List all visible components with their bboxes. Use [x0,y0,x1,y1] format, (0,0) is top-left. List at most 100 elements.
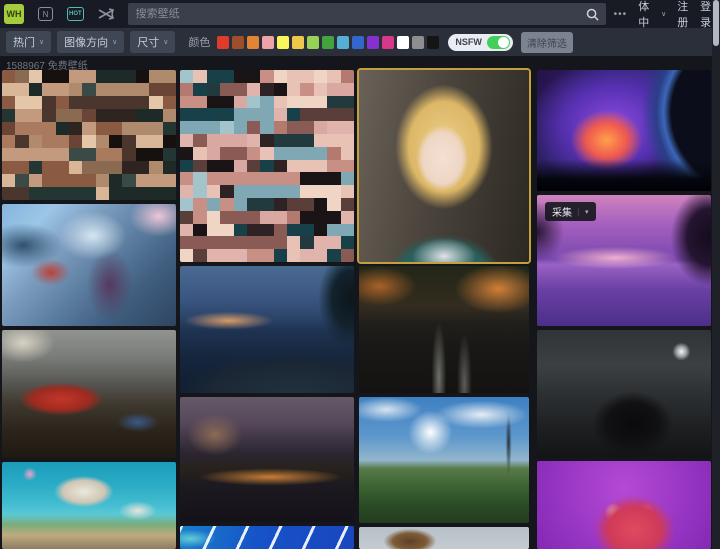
color-swatch[interactable] [232,36,244,49]
mosaic-cell [341,249,354,262]
tile-censored-mosaic-1[interactable] [2,70,176,200]
tile-censored-mosaic-2[interactable] [180,70,354,262]
color-swatch[interactable] [307,36,319,49]
color-swatch[interactable] [217,36,229,49]
mosaic-cell [260,224,273,237]
more-menu-icon[interactable]: ••• [614,9,628,20]
tile-underwater-reef[interactable] [2,462,176,549]
search-icon[interactable] [586,8,599,21]
mosaic-cell [260,108,273,121]
mosaic-cell [15,109,28,122]
mosaic-cell [220,224,233,237]
nsfw-toggle[interactable]: NSFW [448,34,513,51]
tile-boat-on-water[interactable] [359,527,529,549]
tile-autumn-railway[interactable] [359,266,529,393]
hot-icon[interactable]: HOT [67,7,84,21]
filter-dropdown-size[interactable]: 尺寸 ∨ [130,31,175,53]
login-link[interactable]: 登录 [700,0,712,30]
mosaic-cell [327,185,340,198]
color-swatch[interactable] [322,36,334,49]
tile-red-car-offroad[interactable] [2,330,176,458]
mosaic-cell [136,187,149,200]
mosaic-cell [274,236,287,249]
color-swatch[interactable] [382,36,394,49]
mosaic-cell [260,185,273,198]
mosaic-cell [314,147,327,160]
toggle-switch[interactable] [487,36,510,49]
tile-space-nebula[interactable] [537,70,711,191]
tile-dark-figure-moonlight[interactable] [537,330,711,457]
register-link[interactable]: 注册 [677,0,689,30]
clear-filters-button[interactable]: 清除筛选 [521,32,573,53]
filter-bar: 热门 ∨ 图像方向 ∨ 尺寸 ∨ 颜色 NSFW 清除筛选 [0,28,712,56]
toggle-knob [498,37,509,48]
mosaic-cell [109,83,122,96]
mosaic-cell [207,134,220,147]
mosaic-cell [274,160,287,173]
mosaic-cell [207,236,220,249]
mosaic-cell [260,211,273,224]
filter-dropdown-popular[interactable]: 热门 ∨ [6,31,51,53]
mosaic-cell [260,121,273,134]
tile-lake-shore-dusk[interactable] [180,266,354,393]
filter-label: 热门 [13,34,35,50]
color-swatch[interactable] [292,36,304,49]
mosaic-cell [136,109,149,122]
mosaic-cell [109,161,122,174]
random-shuffle-icon[interactable] [98,8,114,20]
mosaic-cell [220,147,233,160]
mosaic-cell [82,109,95,122]
mosaic-cell [207,160,220,173]
color-swatch[interactable] [247,36,259,49]
mosaic-cell [234,108,247,121]
mosaic-cell [136,122,149,135]
mosaic-cell [314,134,327,147]
color-swatch[interactable] [427,36,439,49]
mosaic-cell [300,96,313,109]
tile-wetland-blue-sky[interactable] [359,397,529,523]
mosaic-cell [300,70,313,83]
mosaic-cell [29,135,42,148]
mosaic-cell [82,174,95,187]
search-input[interactable] [128,8,586,20]
mosaic-cell [163,174,176,187]
mosaic-cell [2,174,15,187]
color-swatch[interactable] [397,36,409,49]
color-swatch[interactable] [352,36,364,49]
mosaic-cell [56,187,69,200]
mosaic-cell [341,198,354,211]
tile-blue-fish-school[interactable] [180,526,354,549]
tile-winter-anime-town[interactable] [2,204,176,326]
color-swatch[interactable] [262,36,274,49]
wallhaven-logo[interactable]: WH [4,4,24,24]
mosaic-cell [69,83,82,96]
tile-anime-blonde-portrait[interactable] [359,70,529,262]
tile-city-skyline-dusk[interactable] [180,397,354,522]
filter-dropdown-orientation[interactable]: 图像方向 ∨ [57,31,124,53]
mosaic-cell [220,96,233,109]
tile-pink-anime-girl[interactable] [537,461,711,549]
color-swatch[interactable] [412,36,424,49]
mosaic-cell [260,160,273,173]
mosaic-cell [42,109,55,122]
latest-icon[interactable]: N [38,7,53,21]
mosaic-cell [149,161,162,174]
mosaic-cell [15,122,28,135]
color-swatch[interactable] [367,36,379,49]
color-swatch[interactable] [337,36,349,49]
mosaic-cell [207,172,220,185]
mosaic-cell [136,148,149,161]
mosaic-cell [82,187,95,200]
color-swatch[interactable] [277,36,289,49]
tile-purple-sunset-lake[interactable]: 采集▾ [537,195,711,326]
mosaic-cell [163,83,176,96]
caret-down-icon: ▾ [578,208,589,216]
scrollbar[interactable] [712,0,720,549]
mosaic-cell [207,147,220,160]
scrollbar-thumb[interactable] [713,0,719,46]
mosaic-cell [136,83,149,96]
collect-button[interactable]: 采集▾ [545,202,596,221]
mosaic-cell [234,198,247,211]
mosaic-cell [15,135,28,148]
mosaic-cell [341,224,354,237]
